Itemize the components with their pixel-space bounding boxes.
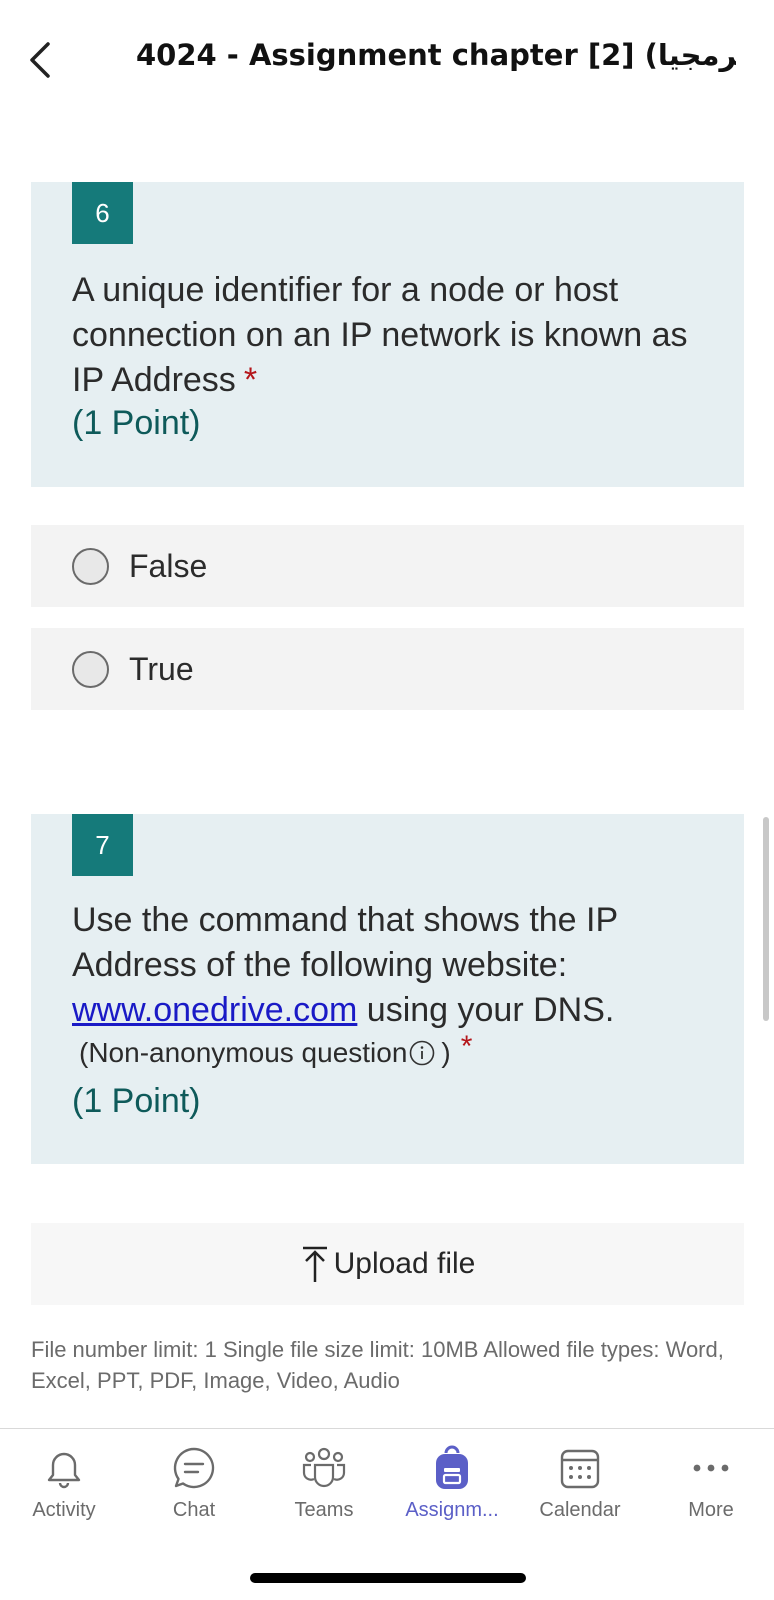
website-link[interactable]: www.onedrive.com: [72, 991, 357, 1029]
nav-item-assignments[interactable]: Assignm...: [392, 1445, 512, 1545]
question-number: 6: [72, 182, 133, 244]
question-text-body: A unique identifier for a node or host c…: [72, 271, 688, 399]
upload-limits-info: File number limit: 1 Single file size li…: [31, 1337, 724, 1393]
ellipsis-icon: [693, 1464, 729, 1472]
nav-item-chat[interactable]: Chat: [134, 1445, 254, 1545]
question-number: 7: [72, 814, 133, 876]
question-text: Use the command that shows the IP Addres…: [72, 898, 712, 1033]
required-mark: *: [243, 361, 258, 399]
question-points: (1 Point): [72, 1082, 201, 1120]
nav-item-more[interactable]: More: [651, 1445, 771, 1545]
backpack-icon: [436, 1445, 468, 1489]
radio-button[interactable]: [72, 650, 109, 688]
nav-item-activity[interactable]: Activity: [4, 1445, 124, 1545]
option-label: False: [129, 547, 208, 584]
required-mark: *: [460, 1030, 473, 1063]
question-text-body: Use the command that shows the IP Addres…: [72, 901, 618, 984]
nav-item-teams[interactable]: Teams: [264, 1445, 384, 1545]
upload-arrow-icon: [302, 1246, 327, 1282]
chevron-left-icon: [30, 42, 50, 78]
question-card-6: 6 A unique identifier for a node or host…: [31, 182, 744, 487]
upload-file-button[interactable]: Upload file: [31, 1223, 744, 1305]
nav-label: Calendar: [539, 1499, 621, 1521]
question-text: A unique identifier for a node or host c…: [72, 268, 712, 403]
app-header: 4024 - Assignment chapter [2] (برمجيا...: [0, 0, 774, 120]
question-text-tail: using your DNS.: [357, 991, 615, 1029]
scrollbar[interactable]: [763, 817, 769, 1021]
info-icon[interactable]: [409, 1040, 435, 1066]
note-close: ): [441, 1037, 451, 1068]
chat-bubble-icon: [173, 1447, 215, 1489]
calendar-icon: [560, 1449, 600, 1489]
home-indicator: [250, 1573, 526, 1583]
question-card-7: 7 Use the command that shows the IP Addr…: [31, 814, 744, 1164]
bell-icon: [47, 1452, 81, 1489]
nav-label: More: [688, 1499, 734, 1521]
radio-button[interactable]: [72, 547, 109, 585]
nav-label: Assignm...: [405, 1499, 499, 1521]
nav-label: Activity: [32, 1499, 96, 1521]
nav-item-calendar[interactable]: Calendar: [520, 1445, 640, 1545]
question-points: (1 Point): [72, 404, 201, 442]
option-false[interactable]: False: [31, 525, 744, 607]
back-button[interactable]: [26, 40, 56, 80]
nav-label: Teams: [294, 1499, 354, 1521]
note-text: (Non-anonymous question: [79, 1037, 408, 1068]
page-title: 4024 - Assignment chapter [2] (برمجيا...: [136, 38, 736, 72]
upload-label: Upload file: [333, 1247, 476, 1280]
option-label: True: [129, 650, 194, 687]
teams-people-icon: [302, 1447, 346, 1488]
nav-label: Chat: [172, 1499, 216, 1521]
non-anonymous-note: (Non-anonymous question ) *: [79, 1030, 472, 1070]
option-true[interactable]: True: [31, 628, 744, 710]
